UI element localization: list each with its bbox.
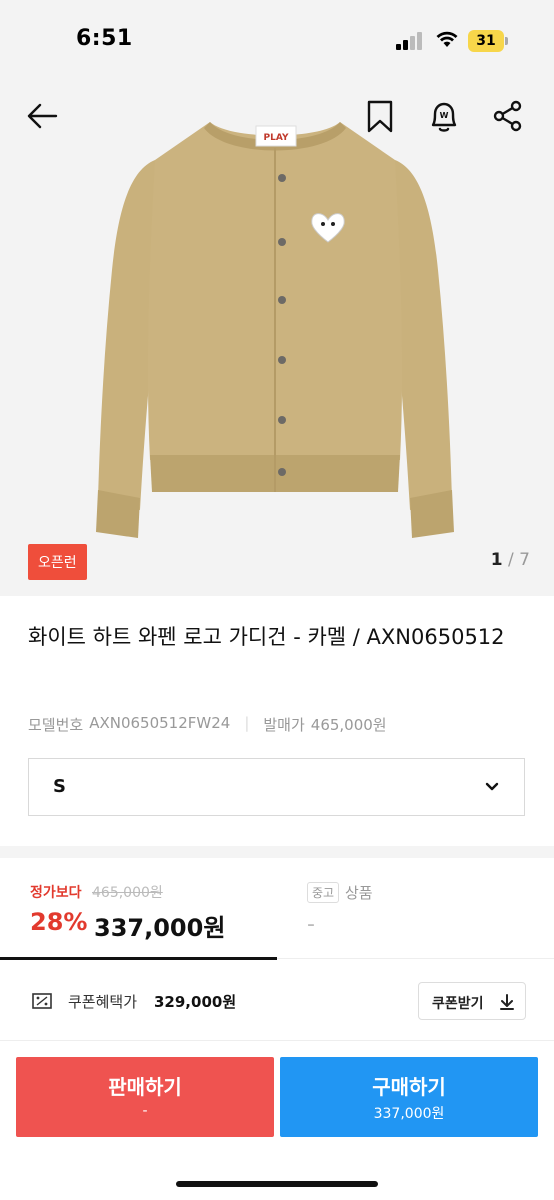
sell-button[interactable]: 판매하기 - [16,1057,274,1137]
top-nav: W [0,88,554,148]
svg-text:W: W [440,111,449,120]
size-select-value: S [53,776,66,797]
buy-button-price: 337,000원 [373,1106,445,1122]
release-price-value: 465,000원 [310,716,387,734]
used-price: - [307,912,315,937]
discount-rate: 28% [30,908,88,936]
image-page-indicator: 1 / 7 [491,550,530,570]
used-product-tab[interactable]: 중고 상품 - [277,858,554,960]
battery-icon: 31 [468,30,508,52]
below-retail-label: 정가보다 [30,885,82,901]
size-select[interactable]: S [28,758,525,816]
product-meta: 모델번호 AXN0650512FW24 | 발매가 465,000원 [28,714,387,735]
current-page: 1 [490,550,503,570]
coupon-price: 329,000원 [154,993,237,1011]
bookmark-icon[interactable] [362,98,398,134]
get-coupon-label: 쿠폰받기 [432,996,484,1012]
share-icon[interactable] [490,98,526,134]
coupon-icon [32,993,52,1009]
active-tab-indicator [0,957,277,960]
sell-button-label: 판매하기 [108,1075,182,1099]
get-coupon-button[interactable]: 쿠폰받기 [418,982,526,1020]
coupon-row: 쿠폰혜택가 329,000원 쿠폰받기 [0,966,554,1036]
cellular-signal-icon [396,32,426,50]
open-run-badge: 오픈런 [28,544,87,580]
status-bar: 6:51 31 [0,0,554,88]
status-time: 6:51 [76,26,133,51]
section-divider [0,846,554,858]
battery-level: 31 [468,30,504,52]
download-icon [500,994,514,1010]
model-label: 모델번호 [28,716,84,734]
release-price-label: 발매가 [263,716,305,734]
sell-button-price: - [142,1103,148,1119]
buy-button[interactable]: 구매하기 337,000원 [280,1057,538,1137]
meta-divider: | [244,714,250,732]
product-image-gallery[interactable]: PLAY W 오픈런 1 / 7 [0,88,554,596]
wifi-icon [436,31,458,47]
model-value: AXN0650512FW24 [89,714,231,732]
original-price: 465,000원 [92,885,163,901]
price-alert-icon[interactable]: W [426,98,462,134]
coupon-price-label: 쿠폰혜택가 [68,993,138,1011]
home-indicator [176,1181,378,1187]
total-pages: 7 [519,550,530,570]
buy-button-label: 구매하기 [372,1075,446,1099]
bottom-action-bar: 판매하기 - 구매하기 337,000원 [0,1040,554,1200]
back-arrow-icon[interactable] [24,98,60,134]
used-tag: 중고 [307,882,340,903]
sale-price: 337,000원 [94,914,226,942]
new-price-tab[interactable]: 정가보다 465,000원 28% 337,000원 [0,858,277,960]
chevron-down-icon [485,782,499,791]
panel-divider [277,958,554,959]
product-image: PLAY [96,122,454,538]
product-title: 화이트 하트 와펜 로고 가디건 - 카멜 / AXN0650512 [28,625,505,649]
page-separator: / [502,550,520,570]
used-label: 상품 [345,884,373,902]
